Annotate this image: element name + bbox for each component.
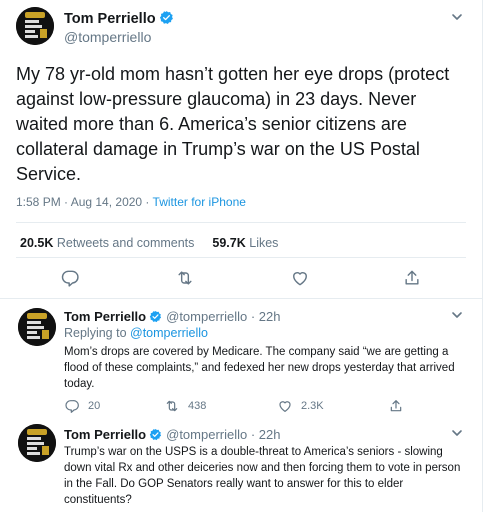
- tweet-thread: Tom Perriello @tomperriello My 78 yr-old…: [0, 0, 483, 512]
- reply-icon[interactable]: [60, 268, 82, 290]
- like-heart-icon[interactable]: [290, 268, 312, 290]
- author-name[interactable]: Tom Perriello: [64, 11, 156, 27]
- likes-label: Likes: [249, 236, 279, 250]
- divider: [0, 298, 483, 299]
- retweet-icon: [166, 400, 178, 412]
- tweet-text: My 78 yr-old mom hasn’t gotten her eye d…: [16, 64, 450, 184]
- retweets-count: 20.5K: [20, 236, 54, 250]
- tweet-meta: 1:58 PM · Aug 14, 2020 · Twitter for iPh…: [16, 195, 246, 209]
- tweet-actions: [0, 268, 483, 290]
- reply-text: Mom’s drops are covered by Medicare. The…: [64, 346, 455, 390]
- share-icon[interactable]: [402, 268, 424, 290]
- verified-badge-icon: [149, 310, 162, 326]
- retweet-count: 438: [188, 400, 207, 412]
- like-button[interactable]: 2.3K: [277, 398, 324, 414]
- verified-badge-icon: [159, 10, 174, 29]
- retweets-stat[interactable]: 20.5K Retweets and comments: [20, 236, 194, 250]
- avatar-image: [18, 308, 56, 346]
- avatar[interactable]: [18, 424, 56, 462]
- reply-text: Trump’s war on the USPS is a double-thre…: [64, 446, 461, 506]
- more-options-chevron-icon[interactable]: [450, 308, 464, 327]
- engagement-stats: 20.5K Retweets and comments 59.7K Likes: [20, 236, 278, 250]
- retweet-button[interactable]: 438: [164, 398, 206, 414]
- replying-to-link[interactable]: @tomperriello: [130, 326, 208, 340]
- divider: [16, 222, 466, 223]
- tweet-timestamp[interactable]: 1:58 PM · Aug 14, 2020 ·: [16, 195, 153, 209]
- divider: [16, 257, 466, 258]
- retweet-icon[interactable]: [175, 268, 197, 290]
- replying-prefix: Replying to: [64, 326, 131, 340]
- reply-button[interactable]: 20: [64, 398, 100, 414]
- author-handle-time[interactable]: @tomperriello · 22h: [166, 309, 280, 324]
- author-handle[interactable]: @tomperriello: [64, 29, 151, 45]
- like-count: 2.3K: [301, 400, 324, 412]
- share-icon: [390, 400, 402, 412]
- likes-stat[interactable]: 59.7K Likes: [212, 236, 278, 250]
- avatar[interactable]: [16, 7, 54, 45]
- author-handle-time[interactable]: @tomperriello · 22h: [166, 427, 280, 442]
- author-name[interactable]: Tom Perriello: [64, 427, 146, 442]
- tweet-source-link[interactable]: Twitter for iPhone: [153, 195, 246, 209]
- share-button[interactable]: [388, 398, 412, 414]
- reply-icon: [65, 400, 79, 413]
- reply-header: Tom Perriello @tomperriello · 22h: [64, 427, 280, 444]
- avatar[interactable]: [18, 308, 56, 346]
- reply-count: 20: [88, 400, 101, 412]
- verified-badge-icon: [149, 428, 162, 444]
- likes-count: 59.7K: [212, 236, 246, 250]
- more-options-chevron-icon[interactable]: [450, 426, 464, 445]
- reply-header: Tom Perriello @tomperriello · 22h: [64, 309, 280, 326]
- retweets-label: Retweets and comments: [56, 236, 195, 250]
- more-options-chevron-icon[interactable]: [450, 10, 464, 29]
- avatar-image: [16, 7, 54, 45]
- replying-to: Replying to @tomperriello: [64, 326, 208, 340]
- avatar-image: [18, 424, 56, 462]
- like-heart-icon: [279, 401, 291, 412]
- author-name[interactable]: Tom Perriello: [64, 309, 146, 324]
- author-name-row[interactable]: Tom Perriello: [64, 10, 174, 29]
